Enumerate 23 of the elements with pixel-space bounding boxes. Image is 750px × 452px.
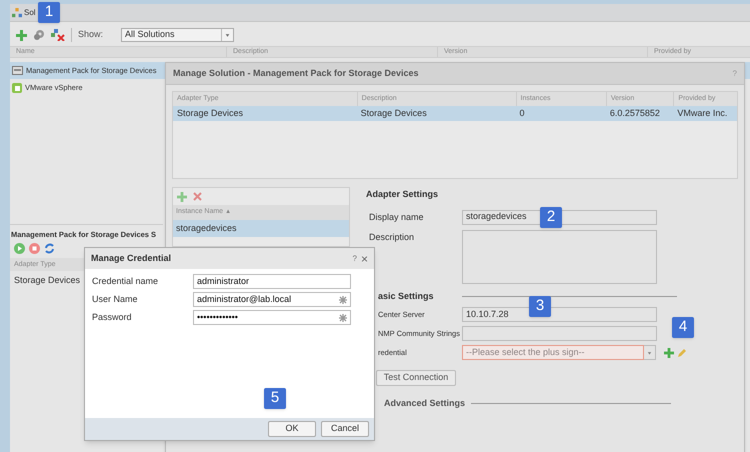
section-title: Advanced Settings <box>384 397 466 410</box>
table-cell-text: 0 <box>518 106 526 120</box>
field-label: Credential name <box>92 274 160 288</box>
table-cell-text: Storage Devices <box>14 274 80 288</box>
step-badge: 5 <box>264 388 286 409</box>
dialog-title: Manage Credential <box>91 252 172 265</box>
field-label: Description <box>369 232 414 242</box>
field-label: User Name <box>92 292 139 306</box>
table-cell-text: Storage Devices <box>176 106 244 120</box>
field-label: Display name <box>369 212 424 222</box>
table-cell-text: VMware Inc. <box>676 106 728 120</box>
section-title: Adapter Settings <box>366 188 440 201</box>
step-badge: 3 <box>529 296 551 317</box>
field-label: Password <box>92 310 133 324</box>
step-badge: 4 <box>672 317 694 338</box>
step-badge: 1 <box>38 2 60 23</box>
section-title: asic Settings <box>377 290 435 303</box>
show-label: Show: <box>78 28 104 42</box>
table-cell-text: 6.0.2575852 <box>608 106 661 120</box>
window-title: Sol <box>24 6 36 18</box>
step-badge: 2 <box>540 207 562 228</box>
table-cell-text: Storage Devices <box>360 106 428 120</box>
dialog-title: Manage Solution - Management Pack for Storage Devices <box>173 66 419 80</box>
